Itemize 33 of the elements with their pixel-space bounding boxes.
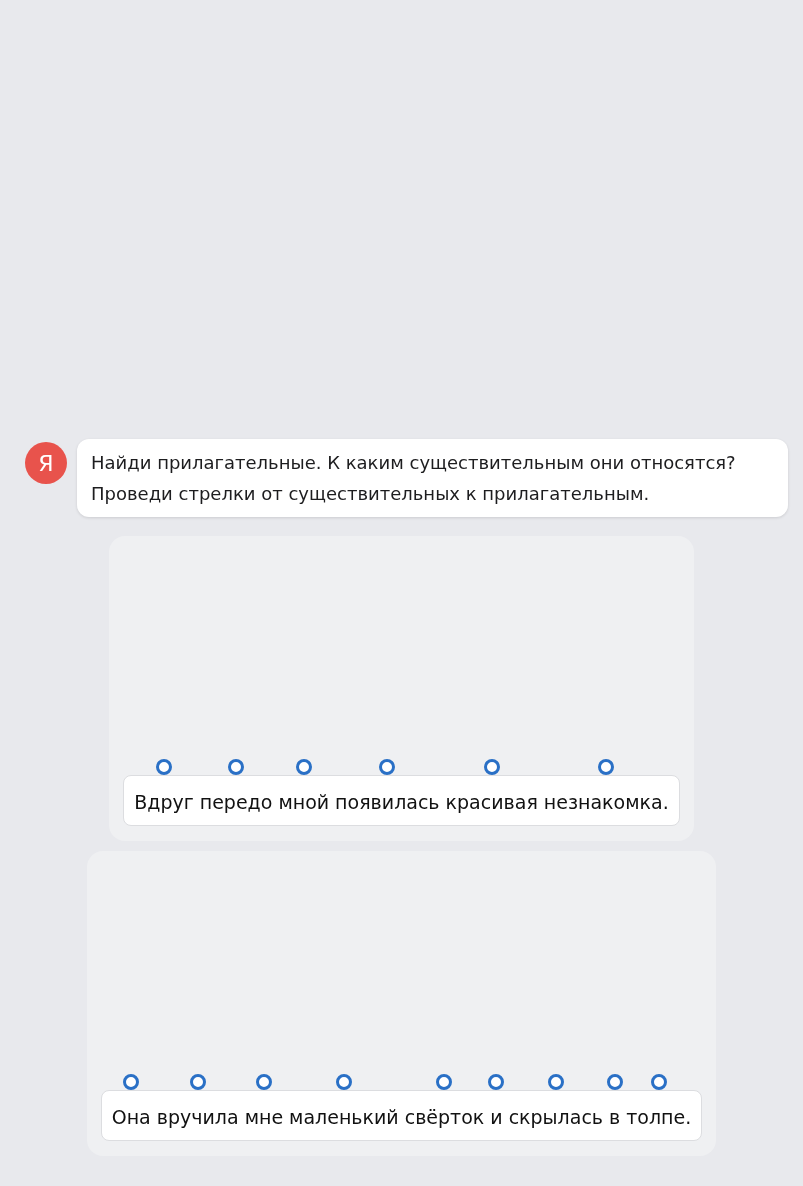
connection-point[interactable] — [156, 759, 172, 775]
sentence-word: красивая — [445, 788, 538, 816]
sentence-word: толпе. — [626, 1103, 692, 1131]
sentence-word: вручила — [156, 1103, 239, 1131]
connection-point[interactable] — [483, 759, 500, 775]
assistant-avatar: Я — [25, 442, 67, 484]
sentence-word: маленький — [289, 1103, 399, 1131]
connection-point[interactable] — [650, 1074, 667, 1090]
connection-point[interactable] — [189, 1074, 206, 1090]
message-text: Проведи стрелки от существительных к прилагательным. — [91, 482, 651, 506]
connection-point[interactable] — [295, 759, 312, 775]
sentence-word: скрылась — [508, 1103, 604, 1131]
sentence-word: и — [490, 1103, 503, 1131]
message-text: Найди прилагательные. К каким существительным они относятся? — [91, 451, 737, 475]
connection-point[interactable] — [379, 759, 396, 775]
sentence-word: в — [609, 1103, 621, 1131]
connection-point[interactable] — [606, 1074, 623, 1090]
sentence-word: незнакомка. — [543, 788, 669, 816]
connection-point[interactable] — [436, 1074, 453, 1090]
sentence-word: Вдруг — [134, 788, 194, 816]
connection-point[interactable] — [598, 759, 615, 775]
sentence-word: появилась — [335, 788, 440, 816]
sentence-word: свёрток — [404, 1103, 485, 1131]
sentence-word: Она — [111, 1103, 151, 1131]
sentence-word: мне — [244, 1103, 284, 1131]
connection-point[interactable] — [488, 1074, 505, 1090]
sentence-word: мной — [278, 788, 330, 816]
connection-point[interactable] — [255, 1074, 272, 1090]
connection-point[interactable] — [123, 1074, 140, 1090]
connection-point[interactable] — [335, 1074, 352, 1090]
connection-point[interactable] — [547, 1074, 564, 1090]
sentence-word: передо — [199, 788, 273, 816]
connection-point[interactable] — [228, 759, 245, 775]
